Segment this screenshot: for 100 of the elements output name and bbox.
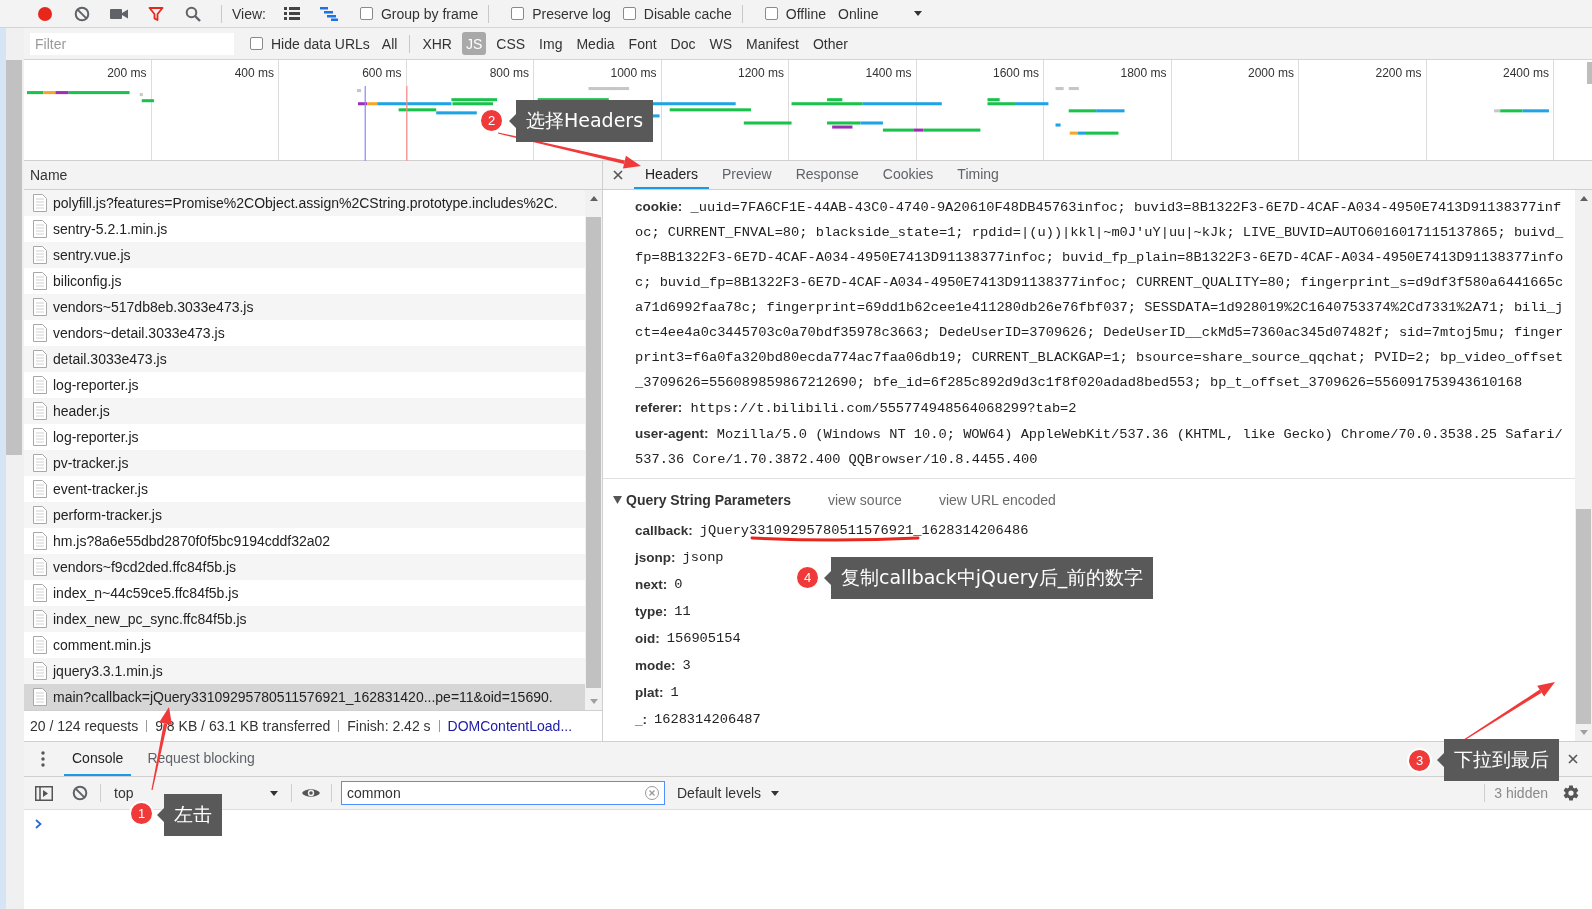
close-icon[interactable]: [1568, 754, 1578, 764]
close-icon[interactable]: [613, 170, 623, 180]
settings-icon[interactable]: [1562, 784, 1580, 802]
request-row[interactable]: sentry.vue.js: [24, 242, 585, 268]
checkbox-label[interactable]: Group by frame: [381, 5, 479, 22]
param-value: 11: [674, 604, 691, 619]
request-row[interactable]: index_new_pc_sync.ffc84f5b.js: [24, 606, 585, 632]
checkbox-label[interactable]: Preserve log: [532, 5, 611, 22]
scrollbar-thumb[interactable]: [1576, 509, 1591, 724]
file-icon: [33, 324, 47, 342]
request-row[interactable]: pv-tracker.js: [24, 450, 585, 476]
param-name: next:: [635, 577, 668, 592]
status-text: Finish: 2.42 s: [347, 718, 431, 734]
param-name: oid:: [635, 631, 660, 646]
section-link[interactable]: view URL encoded: [938, 492, 1056, 508]
file-icon: [33, 610, 47, 628]
filter-input[interactable]: Filter: [30, 32, 234, 55]
record-icon[interactable]: [36, 5, 53, 22]
column-header[interactable]: Name: [30, 167, 68, 183]
scrollbar-thumb[interactable]: [586, 217, 601, 688]
time-tick-label: 2000 ms: [1247, 66, 1294, 80]
request-row[interactable]: main?callback=jQuery33109295780511576921_162831420...pe=11&oid=15690.: [24, 684, 585, 710]
file-icon: [33, 220, 47, 238]
checkbox[interactable]: [511, 7, 525, 20]
type-filter-button[interactable]: Manifest: [742, 32, 803, 55]
request-row[interactable]: perform-tracker.js: [24, 502, 585, 528]
clear-icon[interactable]: [72, 785, 88, 801]
tab[interactable]: Timing: [946, 161, 1010, 189]
param-value: jsonp: [682, 550, 724, 565]
request-row[interactable]: detail.3033e473.js: [24, 346, 585, 372]
type-filter-button[interactable]: Other: [809, 32, 852, 55]
filter-icon[interactable]: [147, 5, 164, 22]
type-filter-button[interactable]: CSS: [492, 32, 530, 55]
camera-icon[interactable]: [109, 6, 128, 21]
checkbox[interactable]: [250, 37, 263, 50]
request-row[interactable]: polyfill.js?features=Promise%2CObject.assign%2CString.prototype.includes%2C.: [24, 190, 585, 216]
scrollbar-thumb[interactable]: [6, 60, 22, 455]
tab[interactable]: Response: [784, 161, 870, 189]
type-filter-button[interactable]: Doc: [666, 32, 700, 55]
file-icon: [33, 428, 47, 446]
checkbox-label[interactable]: Hide data URLs: [271, 35, 370, 52]
param-value: 3: [682, 658, 691, 673]
file-icon: [33, 506, 47, 524]
time-tick-label: 400 ms: [234, 66, 274, 80]
request-row[interactable]: vendors~f9cd2ded.ffc84f5b.js: [24, 554, 585, 580]
console-filter-input[interactable]: common: [341, 781, 665, 805]
checkbox-label[interactable]: Offline: [785, 5, 826, 22]
levels-select[interactable]: Default levels: [673, 782, 783, 804]
param-value: 0: [674, 577, 683, 592]
scrollbar-thumb[interactable]: [1587, 62, 1592, 84]
request-row[interactable]: header.js: [24, 398, 585, 424]
disclosure-triangle-icon[interactable]: [613, 496, 622, 504]
file-icon: [33, 246, 47, 264]
annotation-callout: 左击: [157, 794, 222, 836]
tab[interactable]: Cookies: [871, 161, 945, 189]
request-row[interactable]: jquery3.3.1.min.js: [24, 658, 585, 684]
file-icon: [33, 454, 47, 472]
time-tick-label: 200 ms: [107, 66, 147, 80]
clear-input-icon[interactable]: [645, 786, 659, 800]
waterfall-icon[interactable]: [320, 6, 339, 21]
tab[interactable]: Preview: [710, 161, 783, 189]
param-value: 1628314206487: [654, 712, 761, 727]
eye-icon[interactable]: [301, 787, 321, 799]
file-icon: [33, 662, 47, 680]
checkbox-label[interactable]: Disable cache: [643, 5, 732, 22]
annotation-callout: 下拉到最后: [1437, 739, 1559, 781]
scroll-up-icon[interactable]: [589, 196, 598, 201]
section-link[interactable]: view source: [827, 492, 902, 508]
scroll-up-icon[interactable]: [1579, 196, 1588, 201]
type-filter-button[interactable]: WS: [705, 32, 737, 55]
type-filter-button[interactable]: Font: [624, 32, 661, 55]
sidebar-icon[interactable]: [35, 785, 53, 801]
hidden-count: 3 hidden: [1494, 785, 1548, 801]
checkbox[interactable]: [764, 7, 778, 20]
header-text: user-agent: Mozilla/5.0 (Windows NT 10.0; WOW64) AppleWebKit/537.36 (KHTML, like Gecko) Chrome/70.0.3538.25 Safari/537.36 Core/1.70.3872.400 QQBrowser/10.8.4455.400: [635, 425, 1564, 469]
type-filter-button[interactable]: Media: [572, 32, 619, 55]
time-tick-label: 1000 ms: [610, 66, 657, 80]
type-filter-button[interactable]: XHR: [418, 32, 456, 55]
dom-content-loaded-link[interactable]: DOMContentLoad...: [447, 718, 573, 734]
type-filter-button[interactable]: Img: [535, 32, 567, 55]
view-label: View:: [232, 5, 266, 22]
caret-icon: [771, 790, 779, 796]
checkbox[interactable]: [622, 7, 636, 20]
request-row[interactable]: vendors~517db8eb.3033e473.js: [24, 294, 585, 320]
clear-icon[interactable]: [73, 5, 90, 22]
param-name: jsonp:: [635, 550, 676, 565]
file-icon: [33, 636, 47, 654]
type-filter-button[interactable]: All: [377, 32, 402, 55]
list-view-icon[interactable]: [284, 6, 301, 21]
param-name: plat:: [635, 685, 664, 700]
section-title[interactable]: Query String Parameters: [626, 492, 791, 508]
caret-icon: [914, 11, 922, 16]
param-value: jQuery33109295780511576921_1628314206486: [699, 523, 1029, 538]
time-tick-label: 1800 ms: [1120, 66, 1167, 80]
search-icon[interactable]: [184, 5, 201, 22]
checkbox[interactable]: [360, 7, 373, 20]
more-icon[interactable]: [41, 751, 45, 767]
prompt-icon[interactable]: [35, 819, 42, 829]
file-icon: [33, 272, 47, 290]
throttling-select[interactable]: Online: [834, 2, 926, 25]
